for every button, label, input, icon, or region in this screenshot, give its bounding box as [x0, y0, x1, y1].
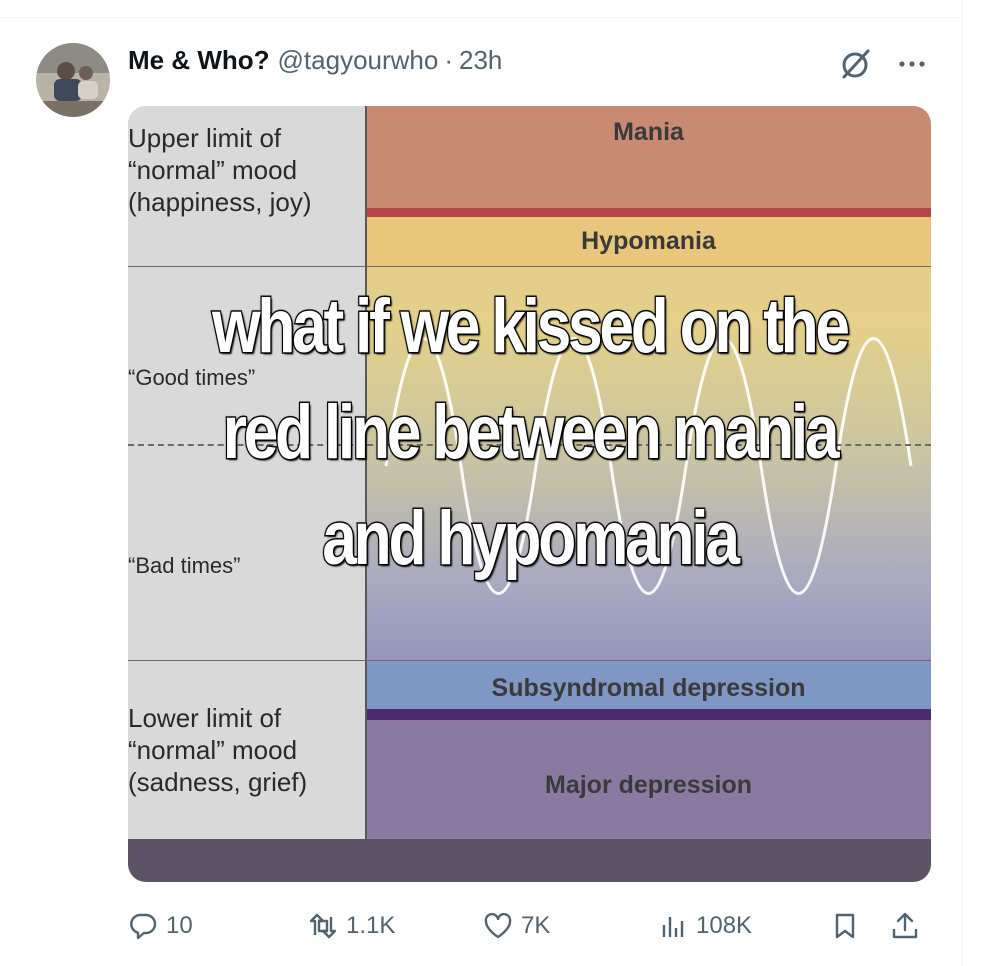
avatar[interactable] — [36, 43, 110, 117]
separator: · — [444, 44, 454, 75]
divider — [0, 17, 962, 18]
retweet-icon — [309, 913, 337, 939]
caption-line-2: red line between mania — [221, 389, 840, 477]
timestamp[interactable]: 23h — [459, 45, 502, 76]
bookmark-button[interactable] — [830, 904, 868, 948]
bookmark-icon — [835, 913, 855, 939]
views-icon — [662, 917, 684, 937]
label-hypomania: Hypomania — [581, 227, 716, 255]
chart-bottom-strip — [128, 839, 931, 882]
meme-caption: what if we kissed on the red line betwee… — [200, 274, 858, 592]
reply-icon — [130, 913, 157, 940]
label-mania: Mania — [613, 118, 684, 146]
action-bar: 10 1.1K 7K 108K — [128, 904, 932, 948]
label-upper-limit: Upper limit of “normal” mood (happiness,… — [128, 123, 312, 217]
reply-count: 10 — [166, 912, 193, 939]
share-button[interactable] — [890, 904, 928, 948]
views-count: 108K — [696, 912, 753, 939]
band-red-line — [366, 208, 931, 217]
reply-button[interactable]: 10 — [128, 904, 193, 948]
label-subsyndromal: Subsyndromal depression — [491, 674, 806, 702]
views-button[interactable]: 108K — [658, 904, 752, 948]
handle[interactable]: @tagyourwho — [278, 45, 439, 76]
grok-icon[interactable] — [836, 44, 876, 84]
tweet-header: Me & Who? @tagyourwho · 23h — [128, 44, 502, 76]
band-purple-line — [366, 709, 931, 720]
like-count: 7K — [521, 912, 551, 939]
caption-line-1: what if we kissed on the — [211, 283, 851, 371]
label-lower-limit: Lower limit of “normal” mood (sadness, g… — [128, 703, 308, 797]
label-major-depression: Major depression — [545, 771, 752, 799]
caption-line-3: and hypomania — [321, 495, 741, 583]
tweet-image[interactable]: Upper limit of “normal” mood (happiness,… — [128, 106, 931, 882]
share-icon — [892, 912, 918, 939]
retweet-button[interactable]: 1.1K — [308, 904, 395, 948]
more-icon[interactable] — [892, 44, 932, 84]
like-icon — [484, 912, 512, 939]
like-button[interactable]: 7K — [483, 904, 550, 948]
upper-limit-line — [128, 266, 931, 267]
display-name[interactable]: Me & Who? — [128, 45, 270, 76]
tweet-card[interactable]: Me & Who? @tagyourwho · 23h Upper limit … — [0, 0, 963, 966]
retweet-count: 1.1K — [346, 912, 396, 939]
lower-limit-line — [128, 660, 931, 661]
